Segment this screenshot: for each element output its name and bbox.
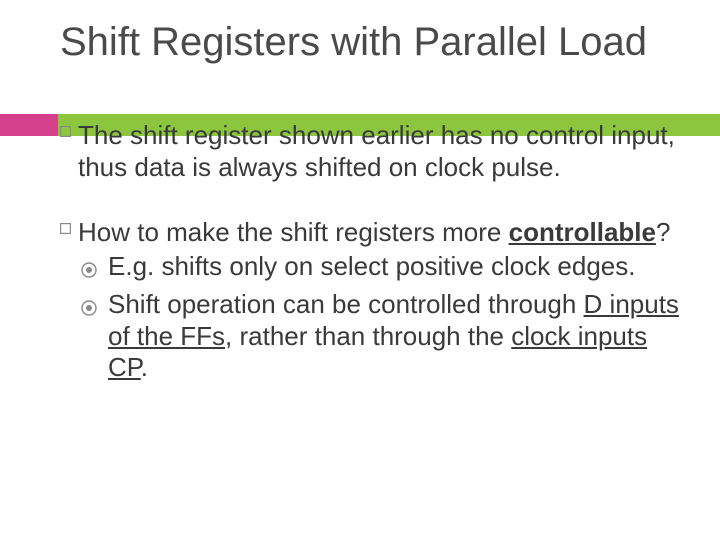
- target-bullet-icon: [78, 293, 108, 384]
- slide-title: Shift Registers with Parallel Load: [60, 20, 680, 64]
- sub-list: E.g. shifts only on select positive cloc…: [78, 251, 680, 384]
- emphasized-word: controllable: [509, 217, 656, 247]
- text-fragment: .: [141, 352, 148, 382]
- content-area: The shift register shown earlier has no …: [60, 120, 680, 384]
- sub-item: E.g. shifts only on select positive cloc…: [78, 251, 680, 287]
- sub-text: Shift operation can be controlled throug…: [108, 289, 680, 384]
- text-fragment: How to make the shift registers more: [78, 217, 509, 247]
- bullet-item: How to make the shift registers more con…: [60, 217, 680, 384]
- bullet-item: The shift register shown earlier has no …: [60, 120, 680, 183]
- bullet-text: The shift register shown earlier has no …: [78, 120, 680, 183]
- sub-text: E.g. shifts only on select positive cloc…: [108, 251, 636, 287]
- bullet-text: How to make the shift registers more con…: [78, 217, 680, 384]
- text-fragment: Shift operation can be controlled throug…: [108, 289, 584, 319]
- square-bullet-icon: [60, 126, 78, 183]
- sub-item: Shift operation can be controlled throug…: [78, 289, 680, 384]
- text-fragment: ?: [656, 217, 670, 247]
- square-bullet-icon: [60, 223, 78, 384]
- text-fragment: , rather than through the: [225, 321, 511, 351]
- target-bullet-icon: [78, 255, 108, 287]
- slide: Shift Registers with Parallel Load The s…: [0, 0, 720, 540]
